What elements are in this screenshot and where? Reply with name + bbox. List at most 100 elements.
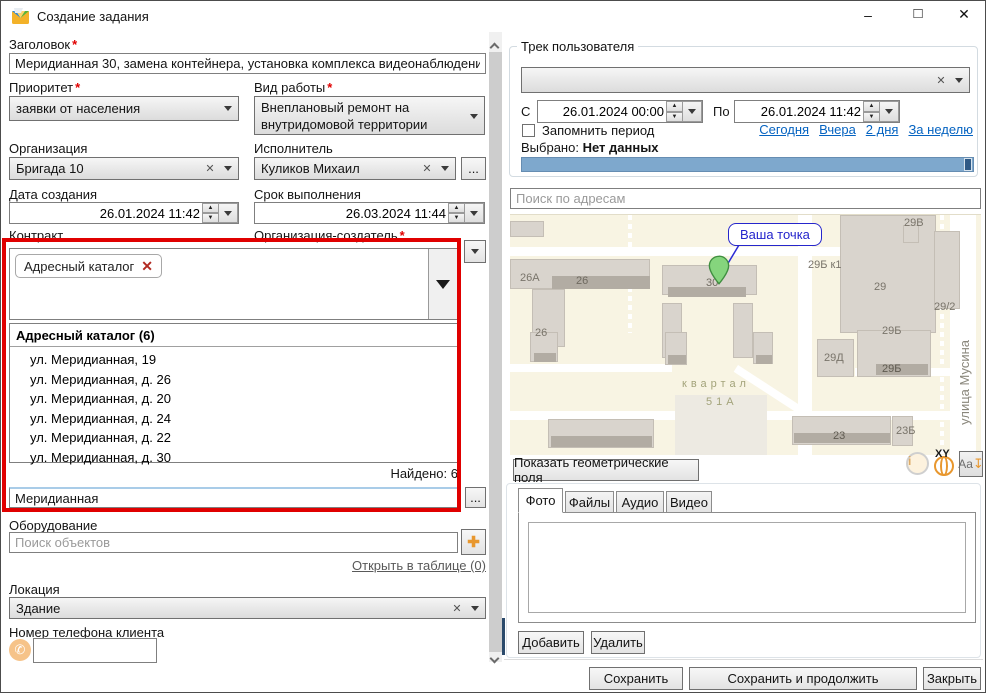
- link-week[interactable]: За неделю: [908, 122, 973, 137]
- scrollbar-thumb[interactable]: [489, 52, 502, 652]
- map-building: [840, 215, 936, 333]
- tab-files[interactable]: Файлы: [565, 491, 614, 513]
- executor-more-button[interactable]: ...: [461, 157, 486, 180]
- deadline-value[interactable]: 26.03.2024 11:44: [255, 206, 448, 221]
- address-popup: Адресный каталог (6) ул. Меридианная, 19…: [9, 323, 458, 463]
- chevron-down-icon[interactable]: [435, 158, 455, 179]
- track-from-field[interactable]: 26.01.2024 00:00 ▲▼: [537, 100, 703, 123]
- address-list-item[interactable]: ул. Меридианная, 19: [30, 350, 457, 370]
- spin-down-icon: ▼: [202, 213, 219, 223]
- equipment-search-input[interactable]: [9, 532, 458, 553]
- quick-period-links: Сегодня Вчера 2 дня За неделю: [701, 122, 973, 137]
- organization-value: Бригада 10: [16, 161, 202, 176]
- add-attachment-button[interactable]: Добавить: [518, 631, 584, 654]
- chevron-down-icon[interactable]: [465, 598, 485, 618]
- map-building-label: 29: [874, 281, 886, 293]
- chip-remove-icon[interactable]: ✕: [141, 258, 153, 275]
- info-icon[interactable]: i: [906, 452, 929, 475]
- selected-status: Выбрано: Нет данных: [521, 140, 659, 155]
- track-to-field[interactable]: 26.01.2024 11:42 ▲▼: [734, 100, 900, 123]
- address-map-search-input[interactable]: [510, 188, 981, 209]
- organization-select[interactable]: Бригада 10 ✕: [9, 157, 239, 180]
- link-yesterday[interactable]: Вчера: [819, 122, 856, 137]
- spinner-buttons[interactable]: ▲▼: [448, 203, 465, 223]
- map-footpath: [510, 366, 672, 370]
- photo-list-area[interactable]: [528, 522, 966, 613]
- spinner-buttons[interactable]: ▲▼: [863, 101, 880, 122]
- date-created-field[interactable]: 26.01.2024 11:42 ▲▼: [9, 202, 239, 224]
- address-list-item[interactable]: ул. Меридианная, д. 22: [30, 428, 457, 448]
- minimize-button[interactable]: –: [856, 7, 880, 25]
- track-to-value[interactable]: 26.01.2024 11:42: [735, 104, 863, 119]
- tab-photo[interactable]: Фото: [518, 488, 563, 513]
- spin-down-icon: ▼: [448, 213, 465, 223]
- spin-up-icon: ▲: [666, 101, 683, 112]
- spin-up-icon: ▲: [863, 101, 880, 112]
- address-list-item[interactable]: ул. Меридианная, д. 20: [30, 389, 457, 409]
- spinner-buttons[interactable]: ▲▼: [202, 203, 219, 223]
- address-found-count: Найдено: 6: [9, 466, 458, 481]
- tab-audio[interactable]: Аудио: [616, 491, 664, 513]
- map-district-label: квартал: [682, 378, 750, 390]
- slider-handle[interactable]: [964, 158, 972, 171]
- clear-icon[interactable]: ✕: [419, 162, 435, 175]
- close-window-button[interactable]: ✕: [952, 6, 976, 26]
- dialog-window: Создание задания – □ ✕ Заголовок* Приори…: [0, 0, 986, 693]
- address-list-item[interactable]: ул. Меридианная, д. 24: [30, 409, 457, 429]
- address-list-item[interactable]: ул. Меридианная, д. 26: [30, 370, 457, 390]
- address-dropdown-button[interactable]: [428, 249, 457, 319]
- map-building-wing: [668, 355, 686, 364]
- date-created-value[interactable]: 26.01.2024 11:42: [10, 206, 202, 221]
- clear-icon[interactable]: ✕: [202, 162, 218, 175]
- chevron-down-icon[interactable]: [218, 97, 238, 120]
- address-catalog-chip[interactable]: Адресный каталог ✕: [15, 254, 162, 278]
- splitter-handle[interactable]: [502, 618, 505, 655]
- left-panel-scrollbar[interactable]: [489, 32, 502, 662]
- link-today[interactable]: Сегодня: [759, 122, 809, 137]
- calendar-dropdown-button[interactable]: [465, 203, 484, 223]
- open-in-table-link[interactable]: Открыть в таблице (0): [9, 558, 486, 573]
- maximize-button[interactable]: □: [906, 5, 930, 25]
- creator-org-dropdown-button[interactable]: [464, 240, 486, 263]
- map-canvas[interactable]: 26А 26 26 30 29В 29Б к1 29 29/2 29Д 29Б …: [510, 214, 981, 455]
- clear-icon[interactable]: ✕: [933, 74, 949, 87]
- header-input[interactable]: [9, 53, 486, 74]
- chevron-down-icon[interactable]: [464, 114, 484, 119]
- chevron-down-icon[interactable]: [218, 158, 238, 179]
- clear-icon[interactable]: ✕: [449, 602, 465, 615]
- map-marker-icon[interactable]: [708, 255, 730, 285]
- labels-toggle-button[interactable]: Aa↧: [959, 451, 983, 477]
- calendar-dropdown-button[interactable]: [219, 203, 238, 223]
- track-from-value[interactable]: 26.01.2024 00:00: [538, 104, 666, 119]
- executor-select[interactable]: Куликов Михаил ✕: [254, 157, 456, 180]
- delete-attachment-button[interactable]: Удалить: [591, 631, 645, 654]
- client-phone-input[interactable]: [33, 638, 157, 663]
- calendar-dropdown-button[interactable]: [880, 101, 899, 122]
- scroll-down-icon[interactable]: [491, 649, 498, 667]
- work-type-select[interactable]: Внеплановый ремонт на внутридомовой терр…: [254, 96, 485, 135]
- address-catalog-editor[interactable]: Адресный каталог ✕: [9, 248, 458, 320]
- track-user-select[interactable]: ✕: [521, 67, 970, 93]
- track-range-slider[interactable]: [521, 157, 974, 172]
- location-select[interactable]: Здание ✕: [9, 597, 486, 619]
- save-and-continue-button[interactable]: Сохранить и продолжить: [689, 667, 917, 690]
- priority-select[interactable]: заявки от населения: [9, 96, 239, 121]
- address-more-button[interactable]: ...: [465, 487, 486, 508]
- close-button[interactable]: Закрыть: [923, 667, 981, 690]
- address-list-item[interactable]: ул. Меридианная, д. 30: [30, 448, 457, 468]
- map-district-label: 51А: [706, 396, 738, 408]
- link-2days[interactable]: 2 дня: [866, 122, 899, 137]
- xy-coordinates-icon[interactable]: XY: [933, 450, 958, 477]
- show-geometry-fields-button[interactable]: Показать геометрические поля: [513, 459, 699, 481]
- add-equipment-button[interactable]: ✚: [461, 529, 486, 555]
- remember-period-checkbox[interactable]: [522, 124, 535, 137]
- save-button[interactable]: Сохранить: [589, 667, 683, 690]
- chevron-down-icon[interactable]: [949, 68, 969, 92]
- chevron-down-icon: [436, 280, 450, 289]
- tab-video[interactable]: Видео: [666, 491, 712, 513]
- spinner-buttons[interactable]: ▲▼: [666, 101, 683, 122]
- address-search-input[interactable]: [9, 487, 460, 508]
- deadline-field[interactable]: 26.03.2024 11:44 ▲▼: [254, 202, 485, 224]
- calendar-dropdown-button[interactable]: [683, 101, 702, 122]
- title-bar[interactable]: Создание задания – □ ✕: [1, 1, 985, 31]
